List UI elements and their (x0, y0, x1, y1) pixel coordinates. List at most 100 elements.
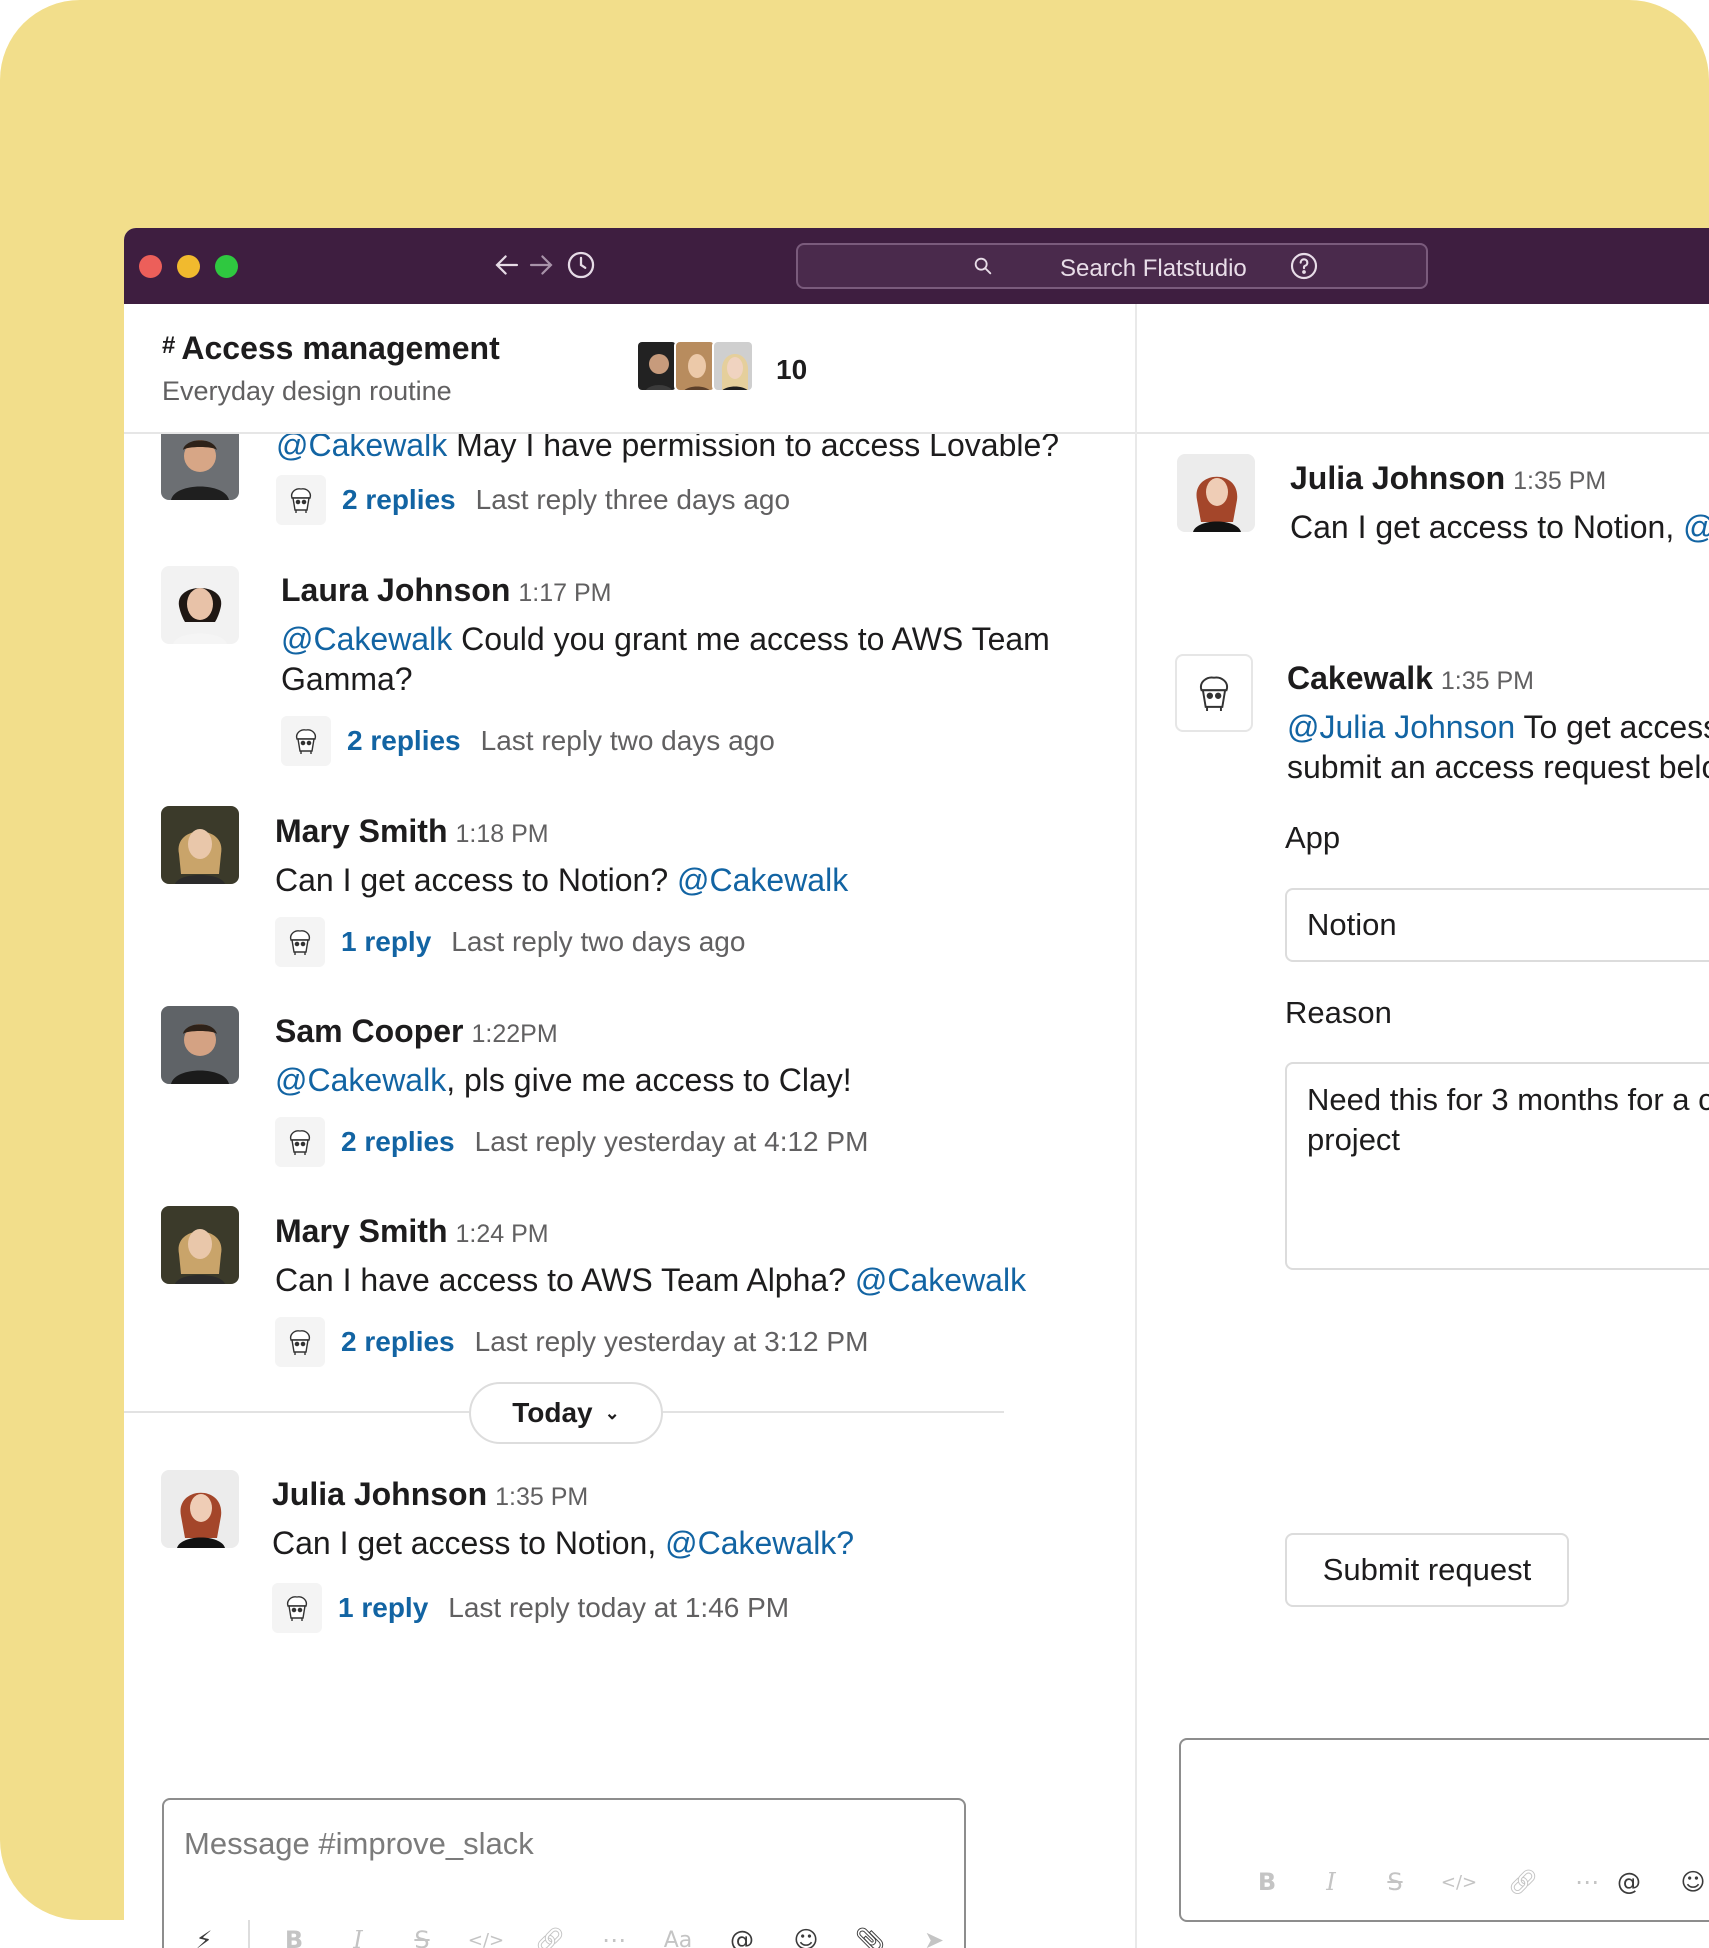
channel-title[interactable]: # Access management (162, 330, 500, 367)
link-icon[interactable]: 🔗︎ (530, 1920, 570, 1948)
sender-name[interactable]: Mary Smith (275, 813, 447, 849)
more-options-icon[interactable]: ⋯ (1567, 1862, 1607, 1902)
text-format-icon[interactable]: Aa (658, 1920, 698, 1948)
message-text: Can I have access to AWS Team Alpha? (275, 1262, 855, 1298)
mention-link[interactable]: @Cakewalk (281, 621, 452, 657)
reply-count[interactable]: 2 replies (341, 1126, 455, 1158)
reply-count[interactable]: 2 replies (341, 1326, 455, 1358)
reason-field-label: Reason (1285, 995, 1392, 1030)
channel-pane: @Cakewalk May I have permission to acces… (124, 304, 1135, 1948)
reply-count[interactable]: 1 reply (338, 1592, 428, 1624)
app-select[interactable]: Notion (1285, 888, 1709, 962)
thread-composer[interactable]: B I S </> 🔗︎ ⋯ @ ☺ (1179, 1738, 1709, 1922)
message-time[interactable]: 1:24 PM (455, 1220, 548, 1248)
more-options-icon[interactable]: ⋯ (594, 1920, 634, 1948)
mention-link[interactable]: @Cakewalk (855, 1262, 1026, 1298)
avatar (161, 1206, 239, 1284)
day-divider-button[interactable]: Today ⌄ (469, 1382, 663, 1444)
last-reply: Last reply two days ago (451, 926, 746, 957)
thread-replies[interactable]: 1 reply Last reply today at 1:46 PM (272, 1583, 789, 1633)
maximize-window-button[interactable] (215, 255, 238, 278)
bold-icon[interactable]: B (1247, 1862, 1287, 1902)
last-reply: Last reply three days ago (475, 484, 791, 515)
thread-replies[interactable]: 2 replies Last reply three days ago (276, 475, 790, 525)
channel-header: # Access management Everyday design routi… (124, 304, 1135, 434)
search-bar[interactable]: Search Flatstudio (796, 243, 1428, 289)
message-time[interactable]: 1:35 PM (1441, 667, 1534, 695)
message-time[interactable]: 1:18 PM (455, 820, 548, 848)
channel-hash: # (162, 332, 176, 359)
sender-name[interactable]: Sam Cooper (275, 1013, 463, 1049)
thread-replies[interactable]: 2 replies Last reply two days ago (281, 716, 775, 766)
link-icon[interactable]: 🔗︎ (1503, 1862, 1543, 1902)
italic-icon[interactable]: I (1311, 1862, 1351, 1902)
thread-replies[interactable]: 1 reply Last reply two days ago (275, 917, 745, 967)
cakewalk-bot-avatar (275, 1317, 325, 1367)
avatar (1177, 454, 1255, 532)
strikethrough-icon[interactable]: S (402, 1920, 442, 1948)
message-time[interactable]: 1:17 PM (518, 579, 611, 607)
mention-link[interactable]: @C (1683, 509, 1709, 545)
mention-link[interactable]: @Cakewalk? (665, 1525, 854, 1561)
reason-textarea[interactable]: Need this for 3 months for a c project (1285, 1062, 1709, 1270)
app-field-label: App (1285, 820, 1341, 855)
minimize-window-button[interactable] (177, 255, 200, 278)
italic-icon[interactable]: I (338, 1920, 378, 1948)
shortcuts-bolt-icon[interactable]: ⚡︎ (184, 1920, 224, 1948)
sender-name[interactable]: Mary Smith (275, 1213, 447, 1249)
last-reply: Last reply today at 1:46 PM (448, 1592, 790, 1623)
code-icon[interactable]: </> (466, 1920, 506, 1948)
message-time[interactable]: 1:35 PM (1513, 467, 1606, 495)
code-icon[interactable]: </> (1439, 1862, 1479, 1902)
bold-icon[interactable]: B (274, 1920, 314, 1948)
search-placeholder: Search Flatstudio (1060, 255, 1247, 282)
sender-name[interactable]: Julia Johnson (1290, 460, 1505, 496)
mention-at-icon[interactable]: @ (1609, 1862, 1649, 1902)
reply-count[interactable]: 1 reply (341, 926, 431, 958)
reason-text-line: project (1307, 1122, 1401, 1157)
close-window-button[interactable] (139, 255, 162, 278)
toolbar-separator (248, 1920, 250, 1948)
forward-arrow-icon[interactable] (524, 248, 558, 282)
help-icon[interactable] (1288, 250, 1320, 282)
search-icon (972, 255, 994, 277)
attachment-icon[interactable]: 📎︎ (850, 1920, 890, 1948)
message-text: To get access p (1523, 709, 1709, 745)
message-time[interactable]: 1:22PM (471, 1020, 557, 1048)
thread-replies[interactable]: 2 replies Last reply yesterday at 3:12 P… (275, 1317, 868, 1367)
last-reply: Last reply two days ago (480, 725, 775, 756)
sender-name[interactable]: Julia Johnson (272, 1476, 487, 1512)
member-avatar (636, 340, 678, 392)
mention-link[interactable]: @Cakewalk (275, 1062, 446, 1098)
channel-name: Access management (181, 330, 500, 366)
last-reply: Last reply yesterday at 4:12 PM (474, 1126, 869, 1157)
thread-replies[interactable]: 2 replies Last reply yesterday at 4:12 P… (275, 1117, 868, 1167)
mention-link[interactable]: @Julia Johnson (1287, 709, 1515, 745)
history-clock-icon[interactable] (564, 248, 598, 282)
emoji-icon[interactable]: ☺ (1673, 1862, 1709, 1902)
member-count[interactable]: 10 (776, 354, 807, 386)
cakewalk-bot-avatar (1175, 654, 1253, 732)
sender-name[interactable]: Laura Johnson (281, 572, 510, 608)
mention-link[interactable]: @Cakewalk (677, 862, 848, 898)
reply-count[interactable]: 2 replies (342, 484, 456, 516)
chevron-down-icon: ⌄ (604, 1402, 620, 1423)
reply-count[interactable]: 2 replies (347, 725, 461, 757)
thread-header-border (1137, 432, 1709, 434)
message-time[interactable]: 1:35 PM (495, 1483, 588, 1511)
mention-at-icon[interactable]: @ (722, 1920, 762, 1948)
avatar (161, 566, 239, 644)
composer-toolbar: ⚡︎ B I S </> 🔗︎ ⋯ Aa @ ☺ 📎︎ ➤ (184, 1920, 978, 1948)
cakewalk-bot-avatar (272, 1583, 322, 1633)
emoji-icon[interactable]: ☺ (786, 1920, 826, 1948)
send-icon[interactable]: ➤ (914, 1920, 954, 1948)
channel-members[interactable] (636, 340, 754, 392)
day-label: Today (512, 1397, 593, 1428)
submit-request-button[interactable]: Submit request (1285, 1533, 1569, 1607)
cakewalk-bot-avatar (281, 716, 331, 766)
back-arrow-icon[interactable] (490, 248, 524, 282)
message-composer[interactable]: Message #improve_slack ⚡︎ B I S </> 🔗︎ ⋯… (162, 1798, 966, 1948)
strikethrough-icon[interactable]: S (1375, 1862, 1415, 1902)
app-window: Search Flatstudio @Cakewalk May I have p… (124, 228, 1709, 1948)
sender-name[interactable]: Cakewalk (1287, 660, 1433, 696)
